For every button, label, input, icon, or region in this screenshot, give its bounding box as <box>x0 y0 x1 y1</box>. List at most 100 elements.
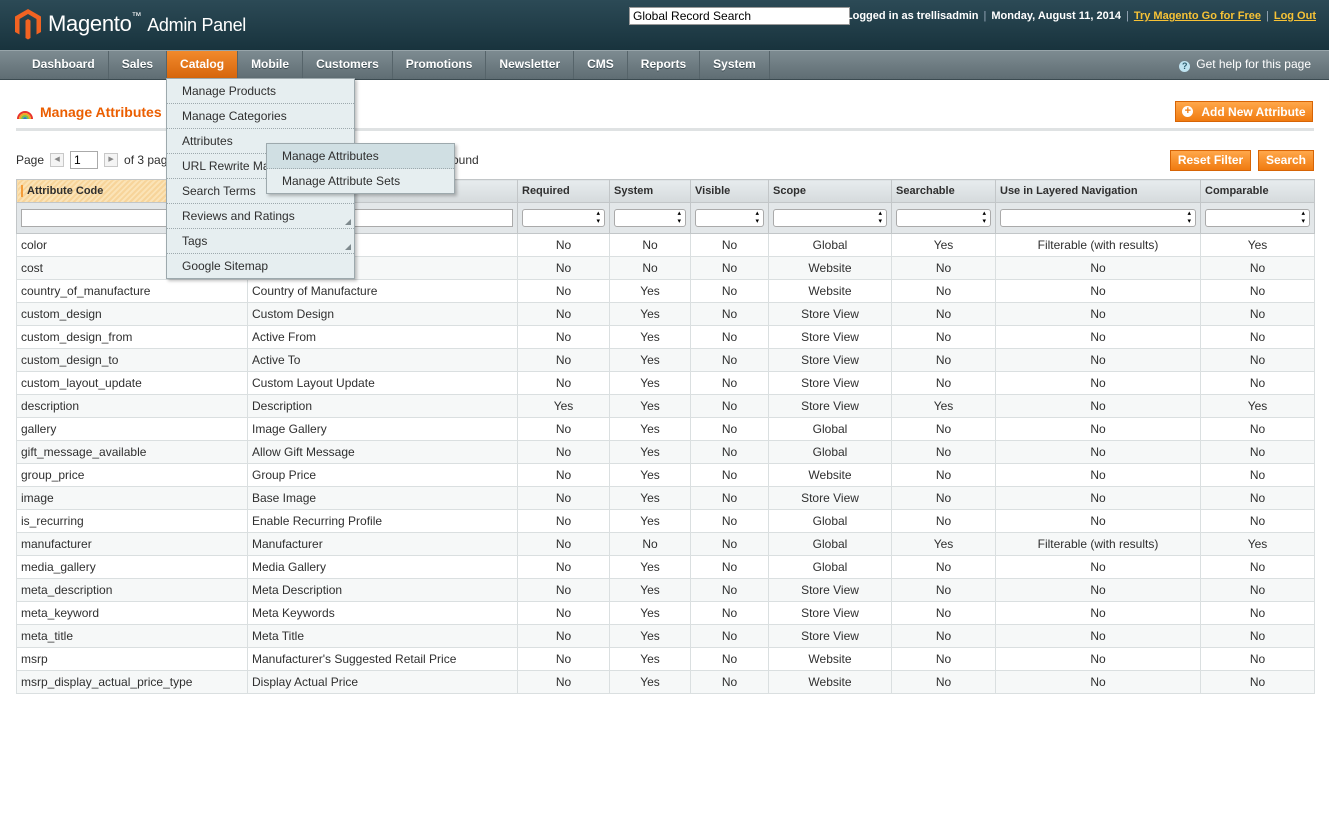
table-row[interactable]: is_recurring Enable Recurring Profile No Ye… <box>16 509 1315 533</box>
cell-scope: Store View <box>768 348 892 372</box>
cell-visible: No <box>690 578 769 602</box>
cell-label: Allow Gift Message <box>247 440 518 464</box>
help-icon: ? <box>1179 61 1191 72</box>
next-page-icon[interactable]: ▶ <box>104 153 119 167</box>
nav-item-mobile[interactable]: Mobile <box>238 51 304 79</box>
filter-select-visible[interactable] <box>695 209 764 227</box>
try-magento-go-link[interactable]: Try Magento Go for Free <box>1134 10 1261 22</box>
menu-item-label: Reviews and Ratings <box>182 209 295 223</box>
previous-page-icon[interactable]: ◀ <box>50 153 65 167</box>
add-new-attribute-button[interactable]: + Add New Attribute <box>1175 101 1313 122</box>
logout-link[interactable]: Log Out <box>1274 10 1316 22</box>
nav-item-system[interactable]: System <box>700 51 770 79</box>
table-row[interactable]: meta_description Meta Description No Yes No S… <box>16 578 1315 602</box>
submenu-item-manage-attributes[interactable]: Manage Attributes <box>267 144 454 169</box>
table-row[interactable]: msrp Manufacturer's Suggested Retail Pric… <box>16 647 1315 671</box>
filter-select-system[interactable] <box>614 209 686 227</box>
cell-searchable: No <box>891 348 996 372</box>
cell-label: Active To <box>247 348 518 372</box>
menu-item-label: URL Rewrite Ma <box>182 159 270 173</box>
cell-attribute-code: meta_title <box>16 624 248 648</box>
global-search-input[interactable] <box>629 7 850 25</box>
cell-scope: Website <box>768 670 892 694</box>
filter-select-comparable[interactable] <box>1205 209 1310 227</box>
nav-item-promotions[interactable]: Promotions <box>393 51 487 79</box>
date-text: Monday, August 11, 2014 <box>991 10 1121 22</box>
cell-attribute-code: group_price <box>16 463 248 487</box>
cell-comparable: No <box>1200 417 1315 441</box>
help-link[interactable]: ? Get help for this page <box>1179 51 1311 78</box>
menu-item-tags[interactable]: Tags <box>167 229 354 254</box>
table-row[interactable]: manufacturer Manufacturer No No No Global Yes F… <box>16 532 1315 556</box>
cell-required: No <box>517 256 610 280</box>
cell-label: Group Price <box>247 463 518 487</box>
menu-item-reviews-and-ratings[interactable]: Reviews and Ratings <box>167 204 354 229</box>
table-row[interactable]: country_of_manufacture Country of Manufac… <box>16 279 1315 303</box>
table-row[interactable]: group_price Group Price No Yes No Website No No… <box>16 463 1315 487</box>
column-header-visible[interactable]: Visible <box>690 179 769 203</box>
cell-system: Yes <box>609 463 691 487</box>
submenu-item-manage-attribute-sets[interactable]: Manage Attribute Sets <box>267 169 454 193</box>
cell-comparable: Yes <box>1200 394 1315 418</box>
menu-item-google-sitemap[interactable]: Google Sitemap <box>167 254 354 278</box>
menu-item-manage-products[interactable]: Manage Products <box>167 79 354 104</box>
filter-select-scope[interactable] <box>773 209 887 227</box>
cell-use-in-layered-navigation: No <box>995 463 1201 487</box>
table-row[interactable]: meta_title Meta Title No Yes No Store View No N… <box>16 624 1315 648</box>
cell-required: No <box>517 624 610 648</box>
table-row[interactable]: gift_message_available Allow Gift Message… <box>16 440 1315 464</box>
cell-comparable: No <box>1200 440 1315 464</box>
table-row[interactable]: custom_design Custom Design No Yes No Store V… <box>16 302 1315 326</box>
column-header-use-in-layered-navigation[interactable]: Use in Layered Navigation <box>995 179 1201 203</box>
column-header-comparable[interactable]: Comparable <box>1200 179 1315 203</box>
cell-attribute-code: custom_design <box>16 302 248 326</box>
nav-item-dashboard[interactable]: Dashboard <box>19 51 109 79</box>
table-row[interactable]: custom_design_to Active To No Yes No Store Vi… <box>16 348 1315 372</box>
filter-select-use-in-layered-navigation[interactable] <box>1000 209 1196 227</box>
cell-scope: Global <box>768 233 892 257</box>
page-number-input[interactable] <box>70 151 99 169</box>
search-button[interactable]: Search <box>1258 150 1314 171</box>
cell-system: Yes <box>609 440 691 464</box>
column-header-searchable[interactable]: Searchable <box>891 179 996 203</box>
cell-visible: No <box>690 394 769 418</box>
nav-item-catalog[interactable]: Catalog <box>167 51 239 79</box>
table-row[interactable]: custom_layout_update Custom Layout Update… <box>16 371 1315 395</box>
column-header-required[interactable]: Required <box>517 179 610 203</box>
cell-attribute-code: media_gallery <box>16 555 248 579</box>
nav-item-sales[interactable]: Sales <box>109 51 168 79</box>
column-header-system[interactable]: System <box>609 179 691 203</box>
cell-visible: No <box>690 233 769 257</box>
table-row[interactable]: media_gallery Media Gallery No Yes No Global N… <box>16 555 1315 579</box>
cell-system: Yes <box>609 555 691 579</box>
cell-visible: No <box>690 509 769 533</box>
cell-comparable: Yes <box>1200 532 1315 556</box>
nav-item-customers[interactable]: Customers <box>303 51 393 79</box>
cell-label: Media Gallery <box>247 555 518 579</box>
filter-select-searchable[interactable] <box>896 209 991 227</box>
cell-use-in-layered-navigation: Filterable (with results) <box>995 532 1201 556</box>
cell-attribute-code: country_of_manufacture <box>16 279 248 303</box>
cell-visible: No <box>690 601 769 625</box>
table-row[interactable]: image Base Image No Yes No Store View No No No <box>16 486 1315 510</box>
table-row[interactable]: meta_keyword Meta Keywords No Yes No Store Vi… <box>16 601 1315 625</box>
table-row[interactable]: description Description Yes Yes No Store View… <box>16 394 1315 418</box>
cell-comparable: No <box>1200 348 1315 372</box>
menu-item-manage-categories[interactable]: Manage Categories <box>167 104 354 129</box>
reset-filter-button[interactable]: Reset Filter <box>1170 150 1251 171</box>
filter-select-required[interactable] <box>522 209 605 227</box>
table-row[interactable]: msrp_display_actual_price_type Display Ac… <box>16 670 1315 694</box>
nav-item-newsletter[interactable]: Newsletter <box>486 51 575 79</box>
cell-system: Yes <box>609 348 691 372</box>
nav-item-cms[interactable]: CMS <box>574 51 628 79</box>
column-header-scope[interactable]: Scope <box>768 179 892 203</box>
cell-label: Active From <box>247 325 518 349</box>
cell-use-in-layered-navigation: No <box>995 555 1201 579</box>
cell-use-in-layered-navigation: No <box>995 325 1201 349</box>
table-row[interactable]: gallery Image Gallery No Yes No Global No No No <box>16 417 1315 441</box>
table-row[interactable]: custom_design_from Active From No Yes No Stor… <box>16 325 1315 349</box>
nav-item-reports[interactable]: Reports <box>628 51 701 79</box>
magento-logo[interactable]: Magento™ Admin Panel <box>14 6 246 42</box>
cell-use-in-layered-navigation: No <box>995 394 1201 418</box>
cell-required: No <box>517 440 610 464</box>
